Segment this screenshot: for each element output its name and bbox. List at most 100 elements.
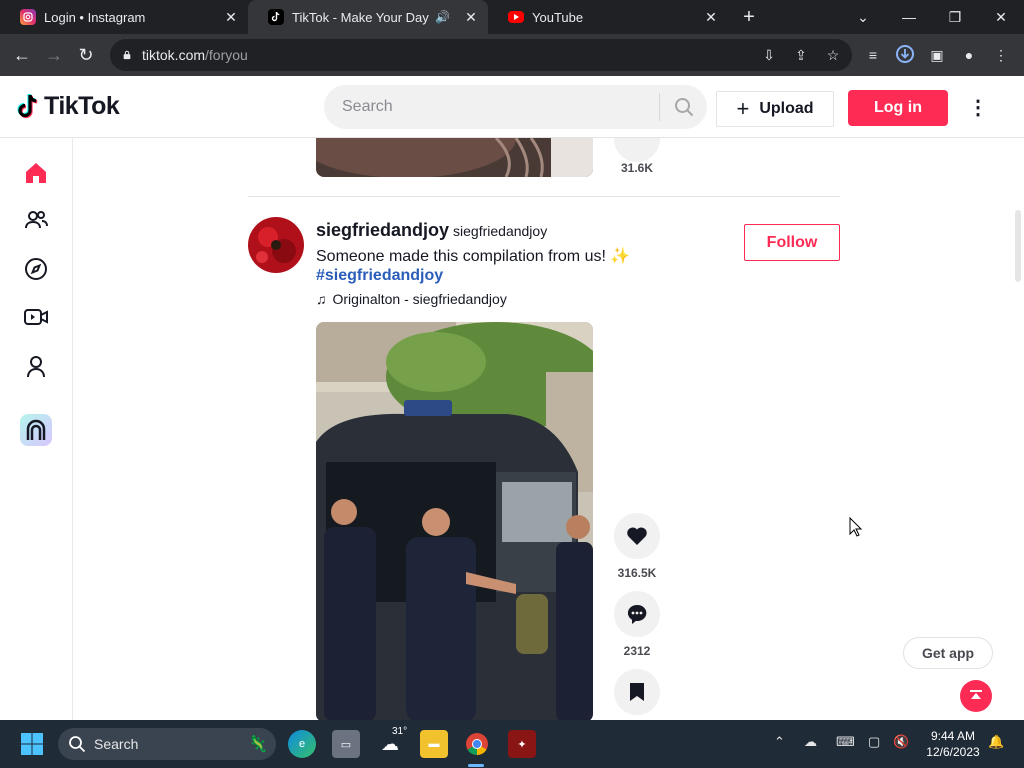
install-app-icon[interactable]: ⇩	[758, 44, 780, 66]
heart-icon	[627, 527, 647, 545]
browser-tab-strip: Login • Instagram ✕ TikTok - Make Your D…	[0, 0, 1024, 34]
volume-muted-icon[interactable]: 🔇	[893, 734, 909, 750]
previous-action-button[interactable]	[614, 138, 660, 162]
sidebar-item-effect-house[interactable]	[20, 414, 52, 446]
tab-youtube[interactable]: YouTube ✕	[488, 0, 728, 34]
close-tab-icon[interactable]: ✕	[462, 9, 480, 26]
comment-count: 2312	[623, 644, 651, 658]
comment-button[interactable]	[614, 591, 660, 637]
tab-tiktok[interactable]: TikTok - Make Your Day 🔊 ✕	[248, 0, 488, 34]
video-player[interactable]	[316, 322, 593, 720]
search-icon[interactable]	[673, 96, 695, 118]
chrome-icon[interactable]	[463, 730, 491, 758]
tray-overflow-icon[interactable]: ⌃	[774, 734, 785, 750]
restore-icon[interactable]: ❐	[932, 0, 978, 34]
system-clock[interactable]: 9:44 AM 12/6/2023	[920, 728, 986, 760]
close-window-icon[interactable]: ✕	[978, 0, 1024, 34]
url-host: tiktok.com	[142, 47, 206, 63]
person-icon	[27, 356, 45, 378]
address-bar[interactable]: tiktok.com/foryou	[110, 39, 852, 71]
follow-button[interactable]: Follow	[744, 224, 840, 261]
windows-start-icon[interactable]	[20, 732, 44, 756]
favorite-button[interactable]	[614, 669, 660, 715]
upload-label: Upload	[759, 100, 814, 117]
side-panel-icon[interactable]: ▣	[926, 44, 948, 66]
taskbar-search[interactable]: Search 🦎	[58, 728, 276, 760]
mouse-cursor-icon	[849, 517, 863, 537]
axolotl-icon: 🦎	[248, 736, 268, 753]
left-sidebar	[0, 138, 73, 720]
get-app-button[interactable]: Get app	[903, 637, 993, 669]
speaker-icon[interactable]: 🔊	[435, 10, 450, 24]
video-frame	[316, 322, 593, 720]
reload-icon[interactable]: ↻	[74, 43, 98, 67]
lock-icon[interactable]	[122, 50, 132, 60]
author-info[interactable]: siegfriedandjoy siegfriedandjoy	[316, 220, 547, 241]
display-icon[interactable]: ▢	[868, 734, 880, 750]
sidebar-item-explore[interactable]	[20, 253, 52, 285]
sidebar-item-home[interactable]	[20, 157, 52, 189]
search-input[interactable]	[340, 97, 644, 117]
logo-text: TikTok	[44, 92, 120, 120]
share-icon[interactable]: ⇪	[790, 44, 812, 66]
close-tab-icon[interactable]: ✕	[222, 9, 240, 26]
music-title: Originalton - siegfriedandjoy	[332, 291, 507, 307]
instagram-icon	[20, 9, 36, 25]
author-nickname[interactable]: siegfriedandjoy	[453, 223, 547, 239]
sidebar-item-live[interactable]	[20, 301, 52, 333]
task-view-icon[interactable]: ▭	[332, 730, 360, 758]
author-name[interactable]: siegfriedandjoy	[316, 220, 449, 241]
forward-icon[interactable]: →	[42, 43, 66, 67]
for-you-feed: 31.6K siegfriedandjoy siegfriedandjoy So…	[73, 138, 1013, 720]
tab-title: YouTube	[532, 9, 584, 25]
previous-video-thumbnail[interactable]	[316, 138, 593, 177]
new-tab-icon[interactable]: +	[738, 6, 760, 28]
media-control-icon[interactable]: ≡	[862, 44, 884, 66]
compass-icon	[25, 258, 47, 280]
hashtag-link[interactable]: #siegfriedandjoy	[316, 267, 443, 285]
tab-title: TikTok - Make Your Day	[292, 9, 429, 25]
music-link[interactable]: ♫ Originalton - siegfriedandjoy	[316, 291, 507, 307]
notification-bell-icon[interactable]: 🔔	[988, 734, 1004, 750]
tiktok-icon	[268, 9, 284, 25]
clock-time: 9:44 AM	[930, 729, 976, 743]
caption-text: Someone made this compilation from us!	[316, 248, 606, 265]
sidebar-item-following[interactable]	[20, 204, 52, 236]
tab-instagram[interactable]: Login • Instagram ✕	[0, 0, 248, 34]
weather-temp: 31°	[392, 726, 408, 737]
file-explorer-icon[interactable]: ▬	[420, 730, 448, 758]
sparkle-emoji: ✨	[610, 248, 631, 265]
edge-icon[interactable]: e	[288, 730, 316, 758]
onedrive-icon[interactable]: ☁	[804, 734, 817, 750]
profile-icon[interactable]: ●	[958, 44, 980, 66]
tab-search-icon[interactable]: ⌄	[840, 0, 886, 34]
keyboard-icon[interactable]: ⌨	[836, 734, 855, 750]
like-button[interactable]	[614, 513, 660, 559]
clock-date: 12/6/2023	[926, 745, 980, 759]
scroll-to-top-button[interactable]	[960, 680, 992, 712]
tiktok-logo-icon	[17, 93, 38, 118]
sidebar-item-profile[interactable]	[20, 351, 52, 383]
back-icon[interactable]: ←	[10, 43, 34, 67]
comment-icon	[627, 604, 647, 624]
page-scrollbar[interactable]	[1015, 210, 1021, 282]
minimize-icon[interactable]: —	[886, 0, 932, 34]
download-icon[interactable]	[894, 44, 916, 66]
close-tab-icon[interactable]: ✕	[702, 9, 720, 26]
more-options-icon[interactable]: ⋮	[968, 94, 988, 122]
login-button[interactable]: Log in	[848, 90, 948, 126]
bookmark-star-icon[interactable]: ☆	[822, 44, 844, 66]
weather-icon[interactable]: ☁ 31°	[376, 726, 407, 758]
site-header: TikTok + Upload Log in ⋮	[0, 76, 1024, 138]
post-caption: Someone made this compilation from us! ✨	[316, 246, 630, 266]
author-avatar[interactable]	[248, 217, 304, 273]
arrow-up-icon	[970, 690, 982, 699]
upload-button[interactable]: + Upload	[716, 91, 834, 127]
chrome-menu-icon[interactable]: ⋮	[990, 44, 1012, 66]
users-icon	[25, 211, 48, 229]
active-app-indicator	[468, 764, 484, 767]
tiktok-logo[interactable]: TikTok	[16, 92, 120, 121]
search-icon	[69, 736, 86, 753]
url-text: tiktok.com/foryou	[142, 47, 248, 63]
game-app-icon[interactable]: ✦	[508, 730, 536, 758]
